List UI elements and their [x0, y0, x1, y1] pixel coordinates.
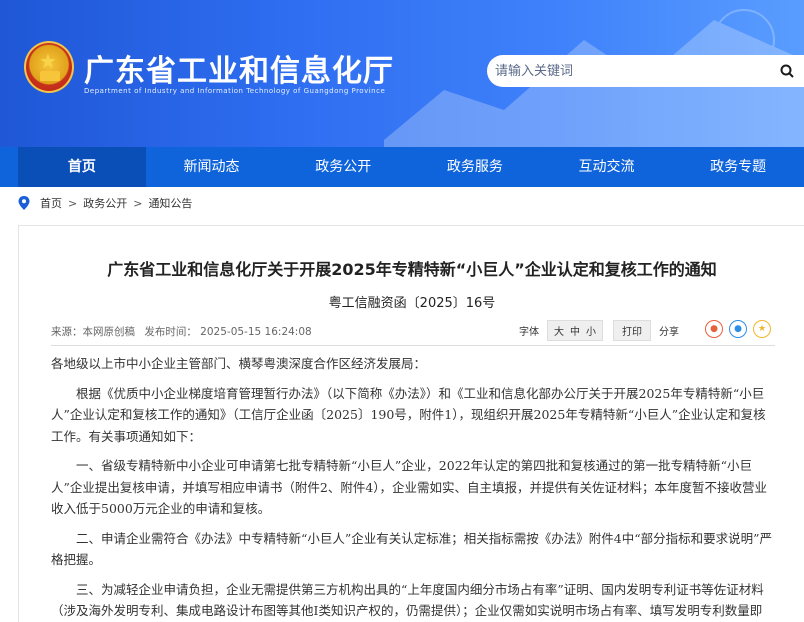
- nav-item-home[interactable]: 首页: [18, 147, 146, 187]
- article-body: 各地级以上市中小企业主管部门、横琴粤澳深度合作区经济发展局： 根据《优质中小企业…: [51, 353, 775, 622]
- body-paragraph: 根据《优质中小企业梯度培育管理暂行办法》（以下简称《办法》）和《工业和信息化部办…: [51, 385, 766, 444]
- document-number: 粤工信融资函〔2025〕16号: [328, 296, 496, 311]
- main-nav: 首页 新闻动态 政务公开 政务服务 互动交流 政务专题: [0, 147, 804, 187]
- weibo-share-icon[interactable]: ●: [705, 320, 723, 338]
- qq-share-icon[interactable]: ●: [729, 320, 747, 338]
- font-size-small[interactable]: 小: [586, 323, 596, 338]
- breadcrumb-separator: >: [133, 196, 143, 210]
- font-label: 字体: [519, 327, 539, 338]
- font-size-medium[interactable]: 中: [570, 323, 580, 338]
- nav-item-topics[interactable]: 政务专题: [672, 147, 804, 187]
- site-header: ★ 广东省工业和信息化厅 Department of Industry and …: [0, 0, 804, 147]
- article-meta: 来源：本网原创稿 发布时间： 2025-05-15 16:24:08 字体 大 …: [51, 320, 775, 346]
- breadcrumb: 首页 > 政务公开 > 通知公告: [18, 195, 192, 211]
- nav-item-news[interactable]: 新闻动态: [146, 147, 278, 187]
- font-size-large[interactable]: 大: [554, 323, 564, 338]
- breadcrumb-notices[interactable]: 通知公告: [148, 195, 192, 211]
- body-paragraph: 一、省级专精特新中小企业可申请第七批专精特新“小巨人”企业，2022年认定的第四…: [51, 458, 768, 516]
- breadcrumb-gov-affairs[interactable]: 政务公开: [83, 195, 127, 211]
- article-tools: 字体 大 中 小 打印 分享: [519, 320, 679, 341]
- search-input[interactable]: [487, 56, 757, 86]
- article-source: 来源：本网原创稿: [51, 326, 135, 338]
- search-box: [487, 55, 804, 87]
- article-title: 广东省工业和信息化厅关于开展2025年专精特新“小巨人”企业认定和复核工作的通知: [107, 260, 717, 279]
- national-emblem-icon[interactable]: ★: [24, 41, 74, 93]
- qzone-share-icon[interactable]: ★: [753, 320, 771, 338]
- nav-item-interaction[interactable]: 互动交流: [541, 147, 673, 187]
- publish-time: 发布时间： 2025-05-15 16:24:08: [144, 326, 312, 338]
- body-paragraph: 三、为减轻企业申请负担，企业无需提供第三方机构出具的“上年度国内细分市场占有率”…: [51, 581, 764, 619]
- font-size-selector: 大 中 小: [547, 320, 603, 341]
- location-pin-icon: [18, 196, 30, 210]
- share-label: 分享: [659, 327, 679, 338]
- salutation-paragraph: 各地级以上市中小企业主管部门、横琴粤澳深度合作区经济发展局：: [51, 356, 427, 371]
- share-icons: ● ● ★: [705, 320, 771, 338]
- site-subtitle: Department of Industry and Information T…: [84, 87, 386, 95]
- meta-info: 来源：本网原创稿 发布时间： 2025-05-15 16:24:08: [51, 324, 318, 339]
- breadcrumb-home[interactable]: 首页: [40, 195, 62, 211]
- body-paragraph: 二、申请企业需符合《办法》中专精特新“小巨人”企业有关认定标准；相关指标需按《办…: [51, 530, 773, 568]
- article-panel: 广东省工业和信息化厅关于开展2025年专精特新“小巨人”企业认定和复核工作的通知…: [18, 225, 804, 622]
- breadcrumb-separator: >: [68, 196, 78, 210]
- print-button[interactable]: 打印: [613, 320, 651, 341]
- nav-item-gov-affairs[interactable]: 政务公开: [277, 147, 409, 187]
- site-title[interactable]: 广东省工业和信息化厅: [84, 46, 394, 90]
- nav-item-services[interactable]: 政务服务: [409, 147, 541, 187]
- search-icon[interactable]: [779, 63, 795, 79]
